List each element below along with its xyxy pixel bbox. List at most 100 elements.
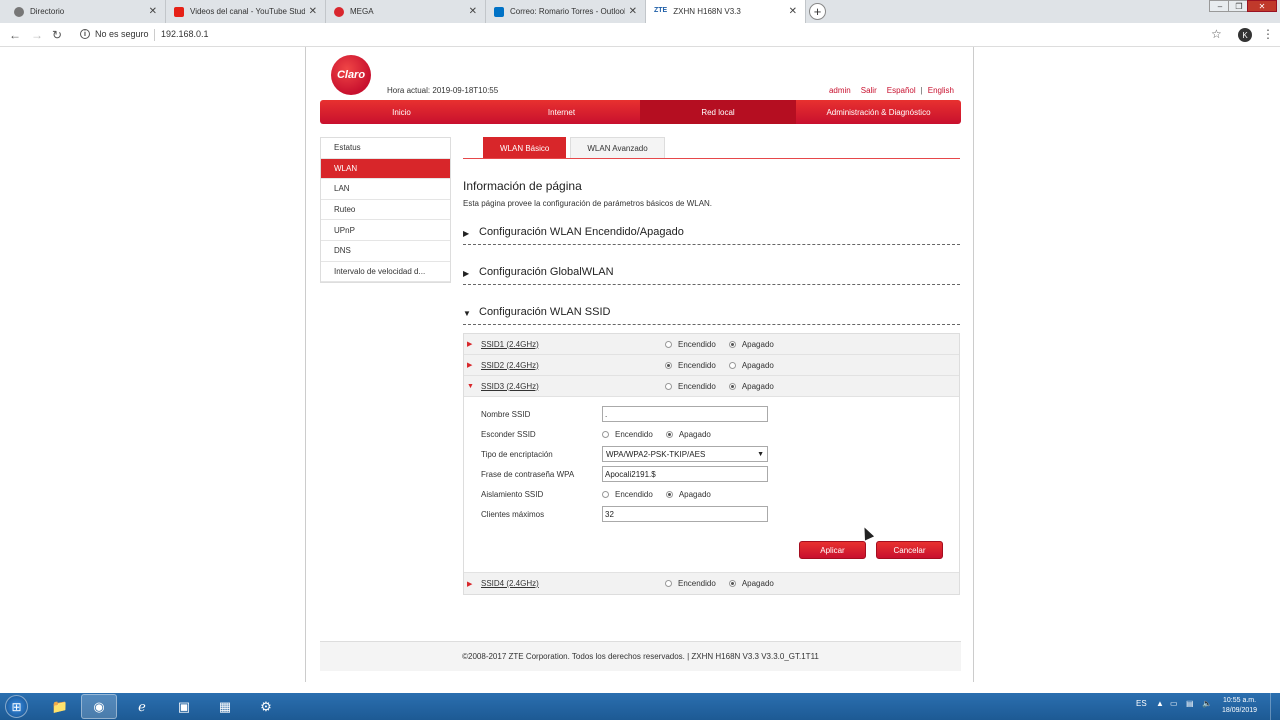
close-icon[interactable]: ✕: [149, 6, 157, 17]
close-icon[interactable]: ✕: [629, 6, 637, 17]
radio-apagado[interactable]: Apagado: [728, 579, 774, 588]
radio-encendido[interactable]: Encendido: [665, 382, 716, 391]
hide-ssid-radio-encendido[interactable]: Encendido: [602, 430, 653, 439]
radio-apagado[interactable]: Apagado: [728, 340, 774, 349]
volume-icon[interactable]: 🔈: [1202, 699, 1212, 708]
field-label: Nombre SSID: [481, 409, 531, 419]
tray-arrow-icon[interactable]: ▲: [1156, 699, 1164, 708]
time-value: 2019-09-18T10:55: [432, 86, 499, 95]
nav-inicio[interactable]: Inicio: [320, 100, 483, 124]
page-footer: ©2008-2017 ZTE Corporation. Todos los de…: [320, 641, 961, 671]
nav-administracion[interactable]: Administración & Diagnóstico: [796, 100, 961, 124]
close-icon[interactable]: ✕: [789, 6, 797, 17]
tab-wlan-basico[interactable]: WLAN Básico: [483, 137, 567, 158]
reload-icon[interactable]: ↻: [52, 28, 62, 42]
sidebar-item-upnp[interactable]: UPnP: [321, 220, 450, 241]
tab-wlan-avanzado[interactable]: WLAN Avanzado: [570, 137, 665, 158]
encryption-select[interactable]: WPA/WPA2-PSK-TKIP/AES ▼: [602, 446, 768, 462]
browser-tab-directorio[interactable]: Directorio ✕: [6, 0, 166, 23]
app-icon[interactable]: ▣: [166, 694, 202, 719]
ssid-name-link[interactable]: SSID1 (2.4GHz): [481, 340, 666, 349]
ssid-row[interactable]: ▶ SSID1 (2.4GHz) Encendido Apagado: [464, 334, 959, 355]
new-tab-button[interactable]: +: [809, 3, 826, 20]
language-indicator[interactable]: ES: [1136, 699, 1147, 708]
close-icon[interactable]: ✕: [309, 6, 317, 17]
address-bar: ← → ↻ i No es seguro 192.168.0.1 ☆ K ⋮: [0, 23, 1280, 47]
radio-dot: [665, 382, 672, 390]
isolation-radio-apagado[interactable]: Apagado: [665, 490, 711, 499]
radio-dot: [665, 490, 673, 498]
radio-encendido[interactable]: Encendido: [665, 361, 716, 370]
browser-tab-strip: Directorio ✕ Videos del canal - YouTube …: [0, 0, 1280, 23]
cancel-button[interactable]: Cancelar: [876, 541, 943, 559]
expand-arrow-icon: ▶: [463, 269, 470, 278]
field-label: Frase de contraseña WPA: [481, 469, 575, 479]
browser-tab-mega[interactable]: MEGA ✕: [326, 0, 486, 23]
ssid-name-link[interactable]: SSID4 (2.4GHz): [481, 579, 666, 588]
admin-link[interactable]: admin: [829, 86, 851, 95]
sidebar-item-wlan[interactable]: WLAN: [321, 158, 450, 180]
tab-title: Correo: Romario Torres - Outlook: [510, 7, 625, 16]
nav-red-local[interactable]: Red local: [640, 100, 796, 124]
forward-icon[interactable]: →: [31, 28, 43, 42]
ssid-toggle: Encendido Apagado: [665, 382, 787, 391]
apply-button[interactable]: Aplicar: [799, 541, 866, 559]
profile-avatar[interactable]: K: [1238, 28, 1252, 42]
internet-explorer-icon[interactable]: ℯ: [124, 694, 160, 719]
radio-apagado[interactable]: Apagado: [728, 382, 774, 391]
section-wlan-on-off[interactable]: ▶ Configuración WLAN Encendido/Apagado: [463, 208, 960, 245]
top-links: admin Salir Español | English: [829, 86, 954, 95]
menu-dots-icon[interactable]: ⋮: [1262, 27, 1274, 41]
current-time: Hora actual: 2019-09-18T10:55: [387, 86, 498, 95]
english-link[interactable]: English: [928, 86, 954, 95]
ssid-row[interactable]: ▼ SSID3 (2.4GHz) Encendido Apagado: [464, 376, 959, 397]
network-tool-icon[interactable]: ⚙: [248, 694, 284, 719]
taskbar-clock[interactable]: 10:55 a.m. 18/09/2019: [1222, 696, 1257, 716]
windows-start-button[interactable]: ⊞: [5, 695, 28, 718]
bookmark-star-icon[interactable]: ☆: [1211, 27, 1222, 41]
directory-icon: [14, 6, 24, 17]
ssid-name-link[interactable]: SSID2 (2.4GHz): [481, 361, 666, 370]
sidebar-item-dns[interactable]: DNS: [321, 241, 450, 262]
radio-dot: [602, 430, 609, 438]
logout-link[interactable]: Salir: [861, 86, 877, 95]
sidebar-item-intervalo[interactable]: Intervalo de velocidad d...: [321, 262, 450, 283]
ssid-name-row: Nombre SSID .: [481, 405, 768, 423]
hide-ssid-radio-apagado[interactable]: Apagado: [665, 430, 711, 439]
calculator-icon[interactable]: ▦: [207, 694, 243, 719]
action-center-icon[interactable]: ▭: [1170, 699, 1178, 708]
show-desktop-button[interactable]: [1270, 693, 1280, 720]
max-clients-input[interactable]: 32: [602, 506, 768, 522]
nav-internet[interactable]: Internet: [483, 100, 640, 124]
passphrase-input[interactable]: Apocali2191.$: [602, 466, 768, 482]
browser-tab-youtube[interactable]: Videos del canal - YouTube Studio ✕: [166, 0, 326, 23]
radio-dot: [728, 340, 736, 348]
radio-encendido[interactable]: Encendido: [665, 579, 716, 588]
sidebar-item-ruteo[interactable]: Ruteo: [321, 200, 450, 221]
passphrase-row: Frase de contraseña WPA Apocali2191.$: [481, 465, 768, 483]
browser-tab-zte[interactable]: ZTE ZXHN H168N V3.3 ✕: [646, 0, 806, 23]
sidebar-item-estatus[interactable]: Estatus: [321, 138, 450, 159]
ssid-name-link[interactable]: SSID3 (2.4GHz): [481, 382, 666, 391]
back-icon[interactable]: ←: [9, 28, 21, 42]
network-icon[interactable]: ▤: [1186, 699, 1194, 708]
file-explorer-icon[interactable]: 📁: [42, 694, 78, 719]
router-page: Claro Hora actual: 2019-09-18T10:55 admi…: [305, 47, 974, 682]
sidebar-item-lan[interactable]: LAN: [321, 179, 450, 200]
window-close-button[interactable]: ✕: [1247, 0, 1277, 12]
chrome-icon[interactable]: ◉: [81, 694, 117, 719]
clock-time: 10:55 a.m.: [1222, 697, 1257, 704]
section-global-wlan[interactable]: ▶ Configuración GlobalWLAN: [463, 245, 960, 285]
radio-apagado[interactable]: Apagado: [728, 361, 774, 370]
browser-tab-outlook[interactable]: Correo: Romario Torres - Outlook ✕: [486, 0, 646, 23]
close-icon[interactable]: ✕: [469, 6, 477, 17]
isolation-radio-encendido[interactable]: Encendido: [602, 490, 653, 499]
radio-encendido[interactable]: Encendido: [665, 340, 716, 349]
section-wlan-ssid[interactable]: ▼ Configuración WLAN SSID: [463, 285, 960, 325]
ssid-row[interactable]: ▶ SSID2 (2.4GHz) Encendido Apagado: [464, 355, 959, 376]
url-input[interactable]: 192.168.0.1: [161, 29, 209, 39]
ssid-name-input[interactable]: .: [602, 406, 768, 422]
spanish-link[interactable]: Español: [887, 86, 916, 95]
ssid-row[interactable]: ▶ SSID4 (2.4GHz) Encendido Apagado: [464, 573, 959, 594]
security-indicator[interactable]: i No es seguro: [80, 29, 149, 39]
